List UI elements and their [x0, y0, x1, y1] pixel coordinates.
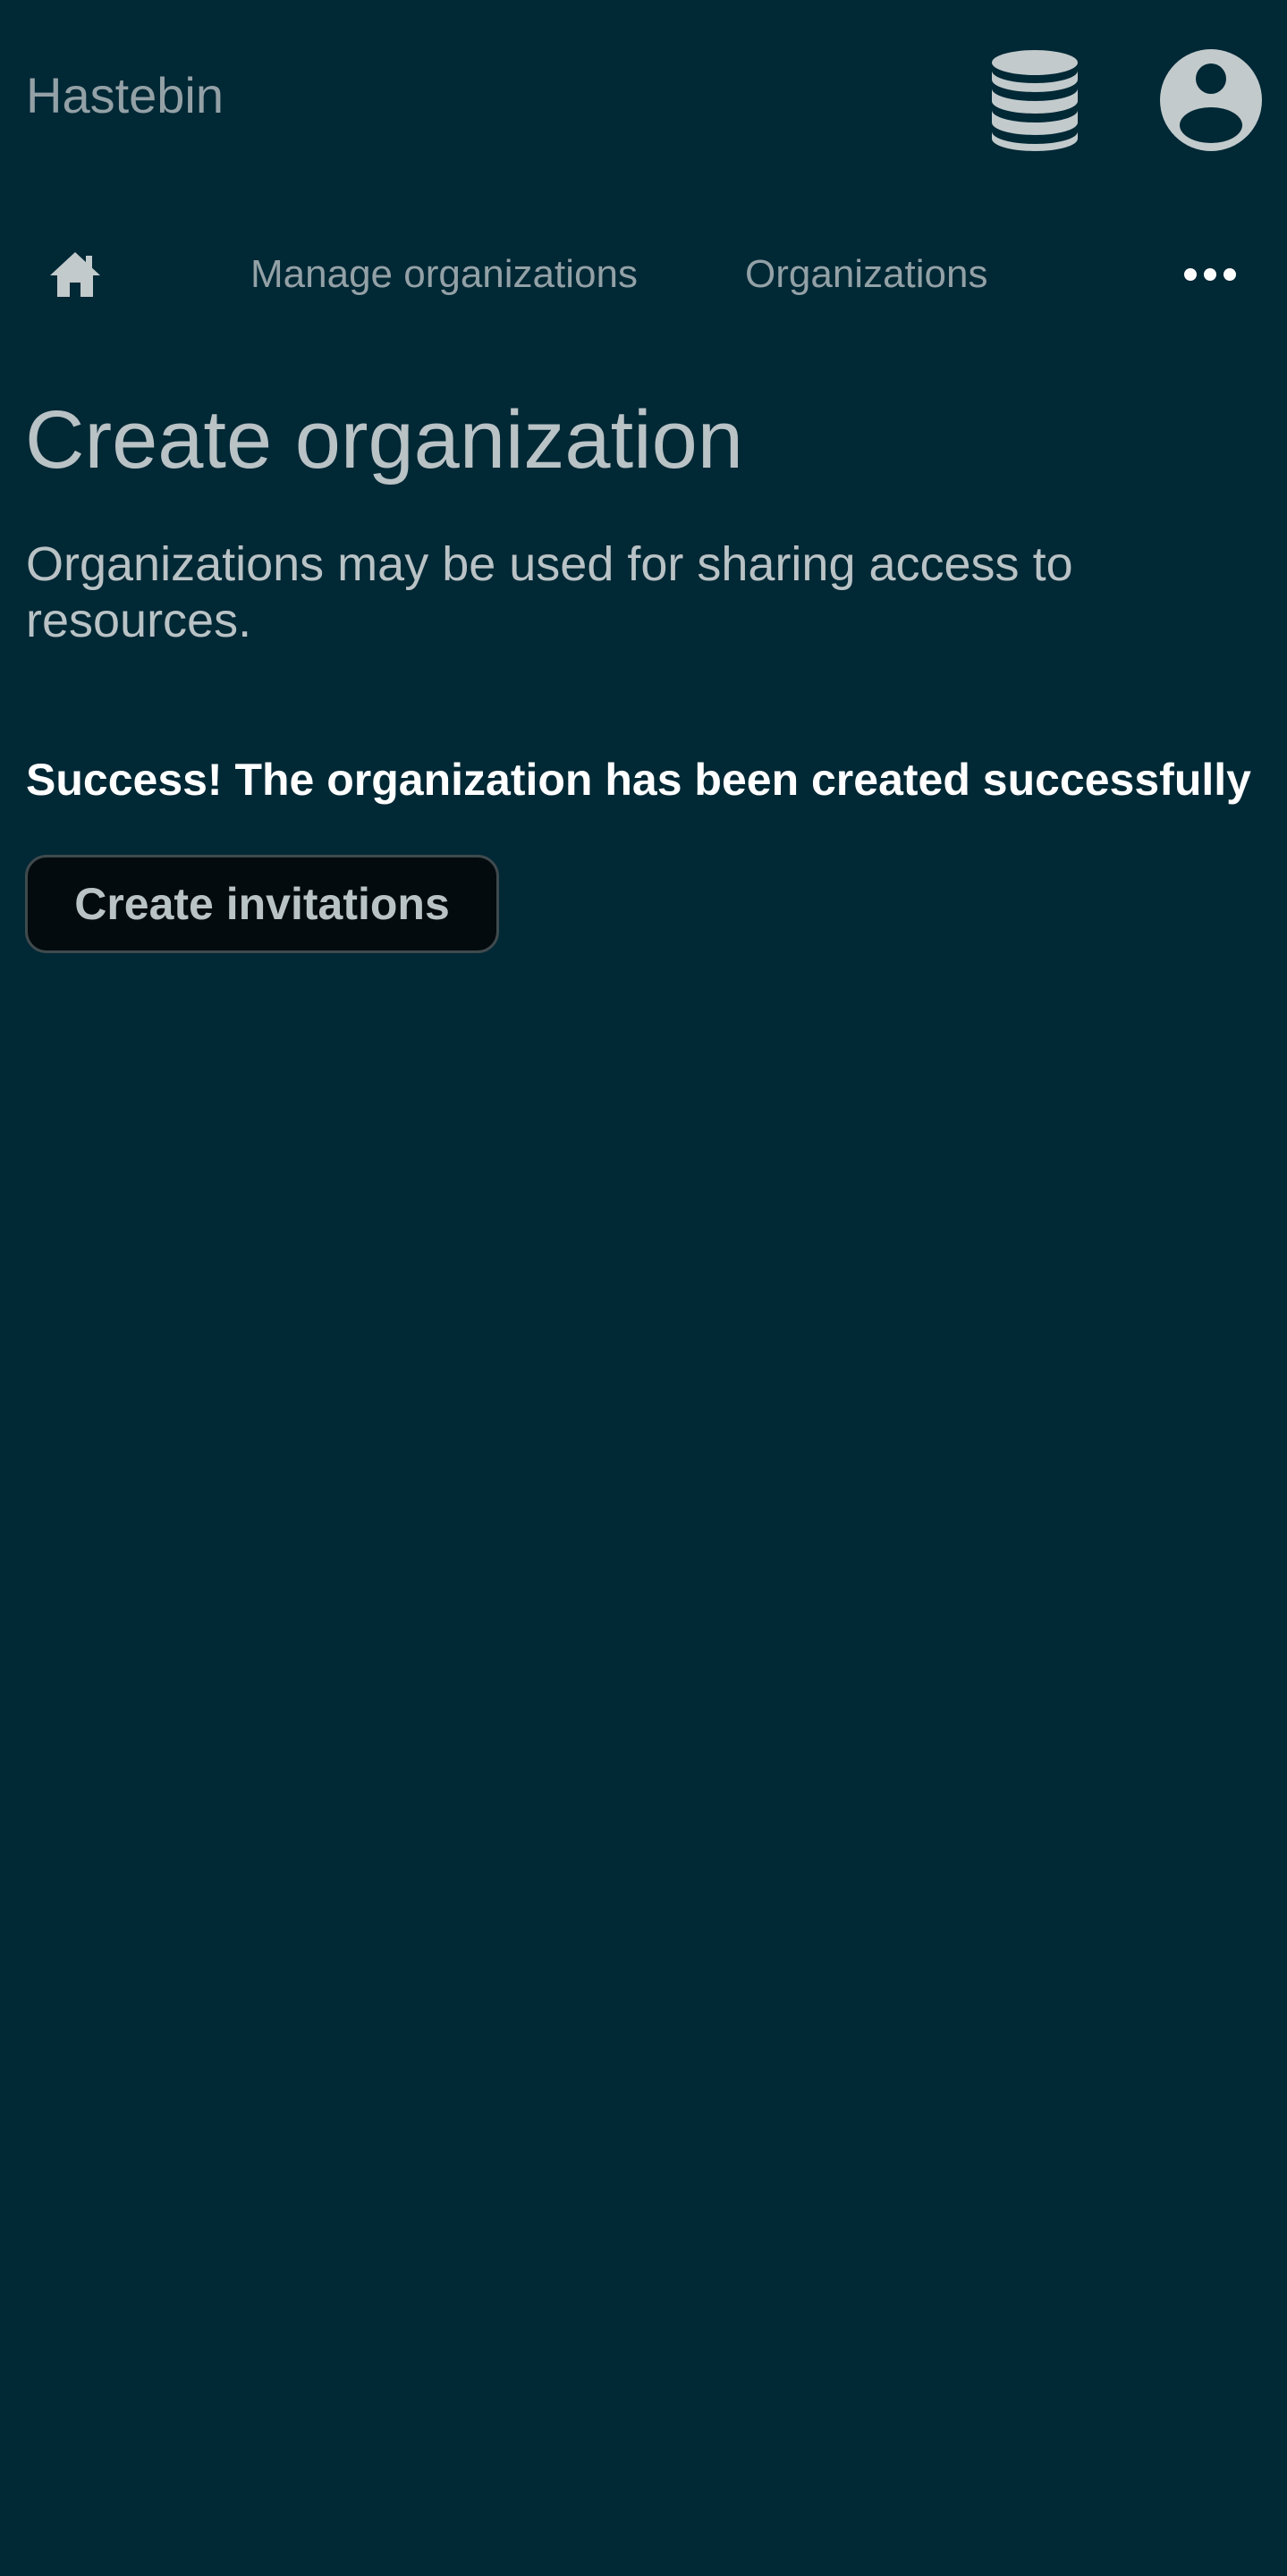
main-nav: Manage organizations Organizations [0, 228, 1287, 322]
success-message: Success! The organization has been creat… [26, 755, 1251, 805]
nav-link-organizations[interactable]: Organizations [745, 248, 987, 301]
page-title: Create organization [25, 394, 743, 486]
nav-home[interactable] [45, 246, 106, 303]
page-description: Organizations may be used for sharing ac… [26, 537, 1073, 647]
create-invitations-button[interactable]: Create invitations [25, 855, 499, 953]
brand-link[interactable]: Hastebin [26, 64, 224, 127]
user-circle-icon [1160, 49, 1262, 151]
nav-link-manage-organizations[interactable]: Manage organizations [250, 248, 638, 301]
storage-button[interactable] [986, 47, 1083, 153]
nav-more-button[interactable] [1179, 255, 1241, 294]
app-header: Hastebin [0, 0, 1287, 192]
account-button[interactable] [1158, 47, 1264, 153]
home-icon [50, 252, 100, 297]
ellipsis-icon [1184, 268, 1236, 281]
database-icon [992, 50, 1078, 151]
